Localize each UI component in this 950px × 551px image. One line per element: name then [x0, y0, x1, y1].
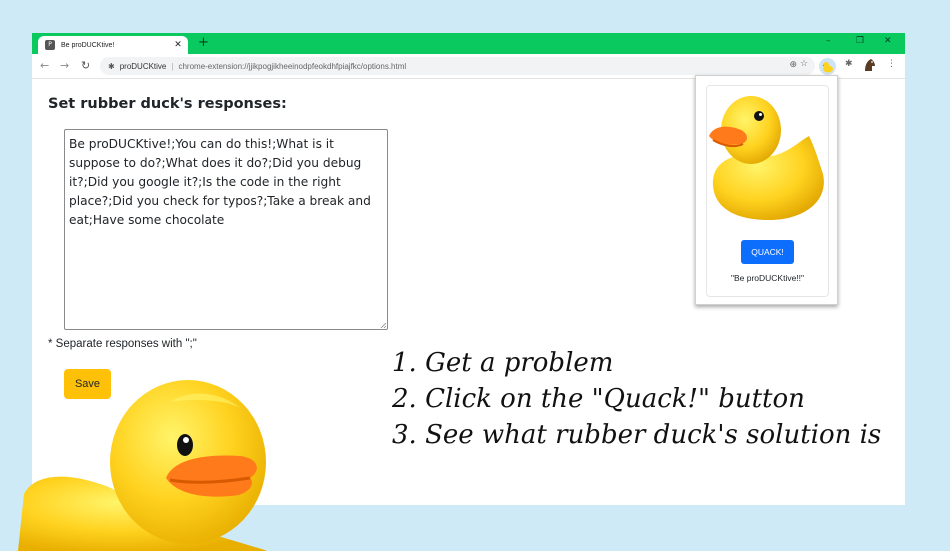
separator-hint: * Separate responses with ";" [48, 338, 197, 350]
popup-card: QUACK! "Be proDUCKtive!!" [706, 85, 829, 297]
url-text: chrome-extension://jjikpogjikheeinodpfeo… [178, 61, 407, 71]
minimize-icon[interactable]: – [826, 36, 831, 46]
divider: | [171, 61, 174, 71]
extension-popup: QUACK! "Be proDUCKtive!!" [695, 75, 838, 305]
restore-icon[interactable]: ❐ [856, 36, 864, 46]
tab-title: Be proDUCKtive! [61, 41, 115, 49]
close-icon[interactable]: ✕ [172, 40, 184, 50]
avatar[interactable] [863, 57, 877, 76]
instruction-step: 3. See what rubber duck's solution is [392, 420, 882, 450]
zoom-icon[interactable]: ⊕ [789, 60, 797, 70]
extension-puzzle-icon: ✱ [108, 61, 115, 71]
tab-be-productive[interactable]: P Be proDUCKtive! ✕ [38, 36, 188, 54]
puzzle-icon[interactable]: ✱ [845, 59, 853, 69]
duck-response-text: "Be proDUCKtive!!" [730, 273, 805, 283]
address-bar[interactable]: ✱ proDUCKtive | chrome-extension://jjikp… [100, 57, 815, 75]
window-close-icon[interactable]: ✕ [884, 36, 892, 46]
back-icon[interactable]: ← [40, 59, 49, 72]
forward-icon[interactable]: → [60, 59, 69, 72]
star-icon[interactable]: ☆ [800, 59, 808, 69]
site-name: proDUCKtive [119, 61, 167, 71]
instructions-list: 1. Get a problem 2. Click on the "Quack!… [392, 345, 881, 453]
new-tab-icon[interactable]: + [198, 35, 209, 51]
quack-button[interactable]: QUACK! [741, 240, 794, 264]
instruction-step: 1. Get a problem [392, 348, 614, 378]
tab-strip: P Be proDUCKtive! ✕ + – ❐ ✕ [32, 33, 905, 54]
rubber-duck-image [709, 96, 824, 220]
duck-extension-icon[interactable] [819, 58, 836, 75]
page-title: Set rubber duck's responses: [48, 96, 287, 112]
duck-favicon-icon: P [45, 40, 55, 50]
reload-icon[interactable]: ↻ [81, 59, 90, 72]
menu-icon[interactable]: ⋮ [887, 59, 896, 69]
rubber-duck-illustration [18, 380, 266, 551]
resize-grip-icon[interactable] [379, 321, 387, 329]
instruction-step: 2. Click on the "Quack!" button [392, 384, 805, 414]
responses-textarea[interactable]: Be proDUCKtive!;You can do this!;What is… [64, 129, 388, 330]
